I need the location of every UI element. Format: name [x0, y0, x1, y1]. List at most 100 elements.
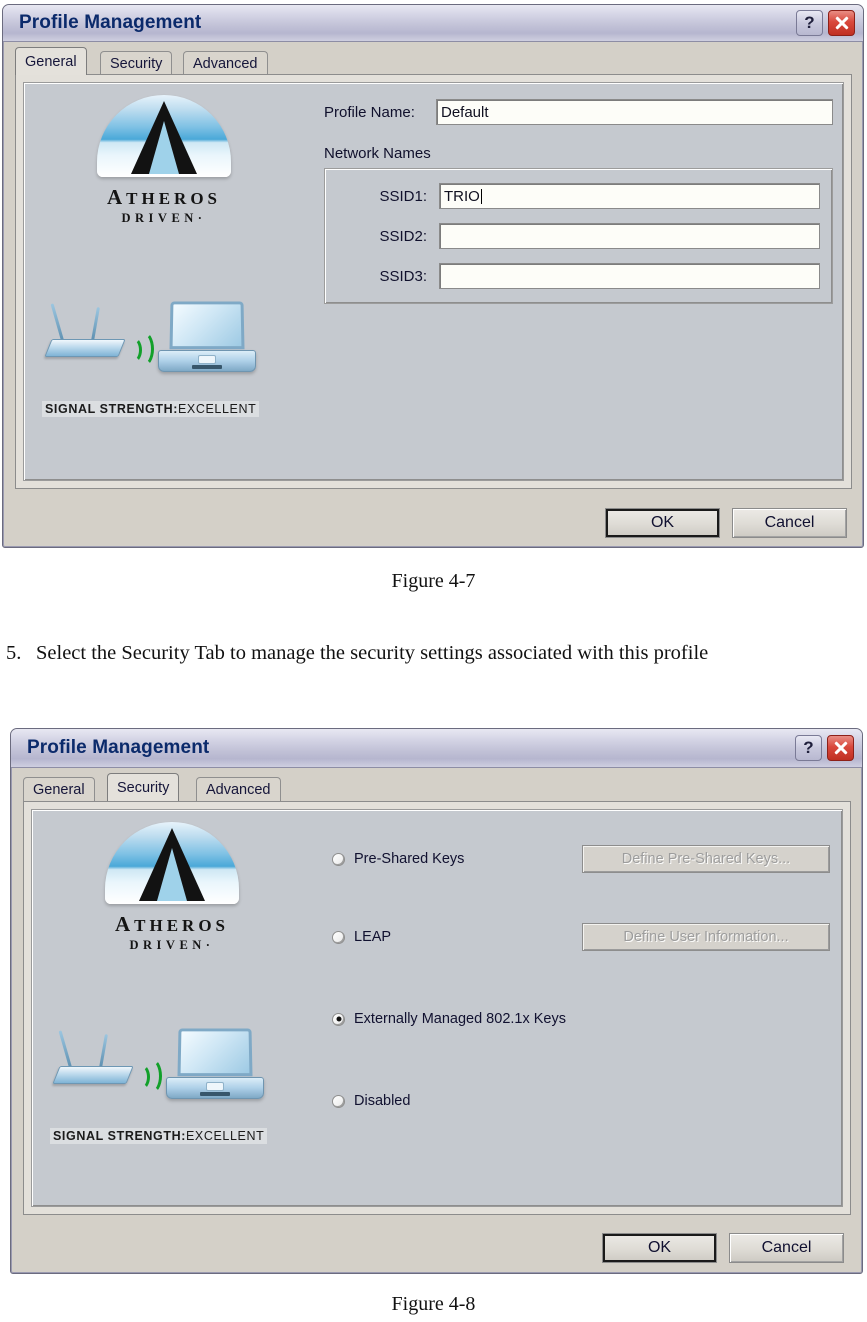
general-footer: OK Cancel	[605, 508, 847, 538]
general-panel: ATHEROS DRIVEN· SIGNAL STRENGTH:EXCELLEN…	[23, 82, 844, 481]
atheros-logo-icon	[105, 822, 239, 904]
signal-strength-value: EXCELLENT	[177, 402, 257, 416]
brand-wordmark: ATHEROS	[54, 185, 274, 210]
ok-button[interactable]: OK	[605, 508, 720, 538]
general-form: Profile Name: Default Network Names SSID…	[324, 99, 833, 304]
security-panel: ATHEROS DRIVEN· SIGNAL STRENGTH:EXCELLEN…	[31, 809, 843, 1207]
router-antenna-left-icon	[50, 303, 65, 343]
instruction-step-5: 5. Select the Security Tab to manage the…	[6, 642, 861, 665]
laptop-touchpad-icon	[198, 355, 216, 364]
ok-button[interactable]: OK	[602, 1233, 717, 1263]
profile-management-dialog-security: Profile Management ? General Security Ad…	[10, 728, 863, 1274]
tab-advanced[interactable]: Advanced	[183, 51, 268, 75]
ssid2-input[interactable]	[439, 223, 820, 249]
signal-strength-readout: SIGNAL STRENGTH:EXCELLENT	[50, 1128, 268, 1144]
ssid1-value: TRIO	[444, 187, 480, 205]
radio-externally-managed-802-1x-keys[interactable]: Externally Managed 802.1x Keys	[332, 1011, 566, 1027]
network-names-group: SSID1: TRIO SSID2: SSID3:	[324, 168, 833, 304]
signal-strength-readout: SIGNAL STRENGTH:EXCELLENT	[42, 401, 260, 417]
radio-button-icon	[332, 1094, 345, 1108]
ssid1-input[interactable]: TRIO	[439, 183, 820, 209]
brand-wordmark-cap: A	[114, 912, 135, 936]
radio-button-selected-icon	[332, 1012, 345, 1026]
figure-caption-2: Figure 4-8	[391, 1293, 476, 1315]
ssid3-input[interactable]	[439, 263, 820, 289]
titlebar-general: Profile Management ?	[3, 5, 863, 42]
radio-label-disabled: Disabled	[354, 1093, 411, 1109]
radio-label-pre-shared-keys: Pre-Shared Keys	[354, 851, 465, 867]
signal-strength-value: EXCELLENT	[185, 1129, 265, 1143]
brand-wordmark-rest: THEROS	[126, 189, 222, 208]
tab-general[interactable]: General	[23, 777, 95, 801]
tab-advanced[interactable]: Advanced	[196, 777, 281, 801]
atheros-logo-icon	[97, 95, 231, 177]
cancel-button[interactable]: Cancel	[729, 1233, 844, 1263]
signal-strength-label: SIGNAL STRENGTH:	[53, 1129, 186, 1143]
router-icon	[52, 1066, 134, 1084]
option-row-disabled: Disabled	[332, 1086, 830, 1116]
titlebar-button-group-security: ?	[795, 735, 854, 761]
profile-name-input[interactable]: Default	[436, 99, 833, 125]
radio-leap[interactable]: LEAP	[332, 929, 582, 945]
cancel-button[interactable]: Cancel	[732, 508, 847, 538]
laptop-touchpad-icon	[206, 1082, 224, 1091]
ssid3-row: SSID3:	[335, 263, 820, 289]
signal-wave-outer-icon	[140, 1058, 162, 1094]
laptop-base-icon	[158, 350, 256, 372]
network-illustration	[46, 1022, 286, 1110]
router-antenna-left-icon	[58, 1030, 73, 1070]
define-user-information-button[interactable]: Define User Information...	[582, 923, 830, 951]
atheros-branding: ATHEROS DRIVEN·	[54, 95, 274, 226]
radio-button-icon	[332, 930, 345, 944]
tabstrip-general: General Security Advanced	[15, 47, 853, 75]
dialog-title-security: Profile Management	[27, 737, 210, 758]
help-icon[interactable]: ?	[795, 735, 822, 761]
profile-name-row: Profile Name: Default	[324, 99, 833, 125]
laptop-screen-icon	[169, 301, 245, 350]
ssid1-label: SSID1:	[379, 187, 427, 205]
define-pre-shared-keys-button[interactable]: Define Pre-Shared Keys...	[582, 845, 830, 873]
brand-wordmark-rest: THEROS	[134, 916, 230, 935]
network-illustration	[38, 295, 278, 383]
atheros-a-counter	[157, 848, 187, 901]
step-text: Select the Security Tab to manage the se…	[36, 642, 709, 664]
radio-button-icon	[332, 852, 345, 866]
signal-strength-label: SIGNAL STRENGTH:	[45, 402, 178, 416]
atheros-branding: ATHEROS DRIVEN·	[62, 822, 282, 953]
close-icon[interactable]	[828, 10, 855, 36]
ssid2-label: SSID2:	[379, 227, 427, 245]
option-row-leap: LEAP Define User Information...	[332, 922, 830, 952]
ssid3-label: SSID3:	[379, 267, 427, 285]
router-antenna-right-icon	[91, 306, 100, 342]
tab-security[interactable]: Security	[100, 51, 173, 75]
help-icon[interactable]: ?	[796, 10, 823, 36]
laptop-screen-icon	[177, 1028, 253, 1077]
atheros-a-counter	[149, 121, 179, 174]
profile-name-value: Default	[441, 103, 489, 121]
signal-wave-outer-icon	[132, 331, 154, 367]
tab-security[interactable]: Security	[107, 773, 180, 801]
laptop-front-strip-icon	[192, 365, 222, 369]
step-number: 5.	[6, 642, 22, 664]
titlebar-security: Profile Management ?	[11, 729, 862, 768]
security-footer: OK Cancel	[602, 1233, 844, 1263]
profile-management-dialog-general: Profile Management ? General Security Ad…	[2, 4, 864, 548]
tab-general[interactable]: General	[15, 47, 87, 75]
radio-pre-shared-keys[interactable]: Pre-Shared Keys	[332, 851, 582, 867]
figure-caption-1: Figure 4-7	[391, 570, 476, 592]
titlebar-button-group: ?	[796, 10, 855, 36]
radio-disabled[interactable]: Disabled	[332, 1093, 410, 1109]
close-icon[interactable]	[827, 735, 854, 761]
brand-wordmark: ATHEROS	[62, 912, 282, 937]
router-antenna-right-icon	[99, 1033, 108, 1069]
network-names-label: Network Names	[324, 145, 431, 162]
tab-content-security: ATHEROS DRIVEN· SIGNAL STRENGTH:EXCELLEN…	[23, 801, 851, 1215]
option-row-externally-managed: Externally Managed 802.1x Keys	[332, 1004, 830, 1034]
security-options: Pre-Shared Keys Define Pre-Shared Keys..…	[332, 844, 830, 1116]
profile-name-label: Profile Name:	[324, 103, 415, 121]
option-row-pre-shared-keys: Pre-Shared Keys Define Pre-Shared Keys..…	[332, 844, 830, 874]
brand-tagline: DRIVEN·	[121, 211, 207, 225]
